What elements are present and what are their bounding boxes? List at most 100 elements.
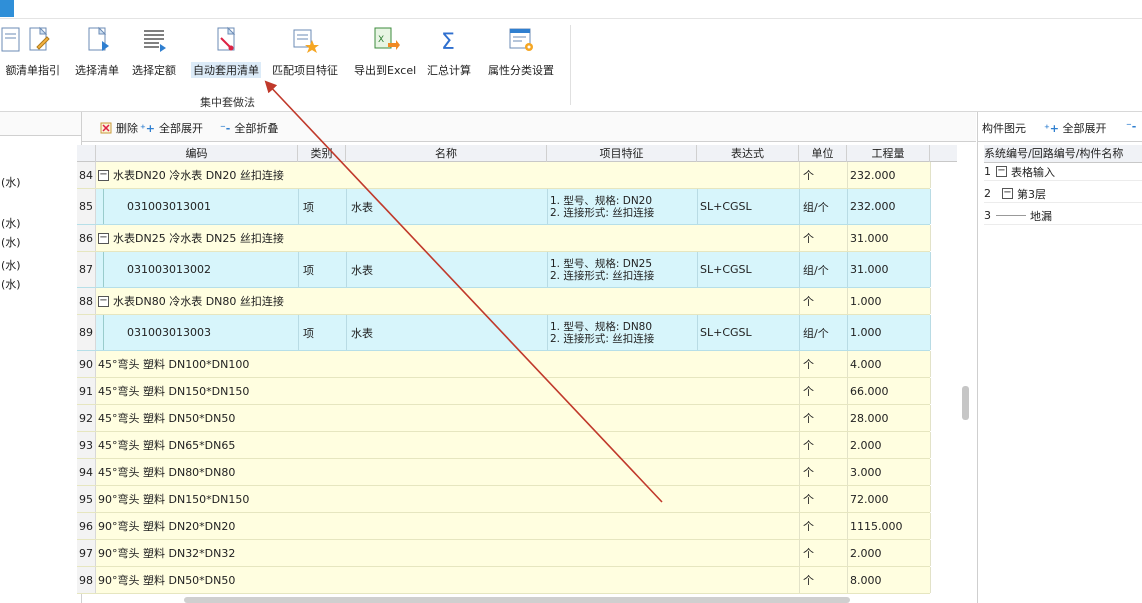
header-unit[interactable]: 单位 [799,145,847,162]
table-row[interactable]: 98 90°弯头 塑料 DN50*DN50 个 8.000 [77,567,931,594]
group-code-cell: − 水表DN20 冷水表 DN20 丝扣连接 [98,162,618,188]
table-row[interactable]: 89 031003013003 项 水表 1. 型号、规格: DN80 2. 连接形式: … [77,315,931,351]
collapse-toggle-icon[interactable]: − [996,166,1007,177]
row-number: 93 [77,432,96,458]
header-feature[interactable]: 项目特征 [547,145,697,162]
component-panel: 构件图元 ⁺+ 全部展开 ⁻- 系统编号/回路编号/构件名称 1 − 表格输入 … [977,112,1142,603]
collapse-all-label: 全部折叠 [234,122,279,135]
item-expression-cell: SL+CGSL [700,200,752,213]
header-quantity[interactable]: 工程量 [847,145,930,162]
collapse-toggle-icon[interactable]: − [98,232,109,244]
column-separator [930,189,931,224]
active-tab-indicator[interactable] [0,0,14,17]
ribbon-button-select-quota[interactable]: 选择定额 [132,25,176,89]
component-row-label: 表格输入 [1011,165,1055,179]
auto-apply-icon [217,26,236,51]
column-separator [799,405,800,431]
column-separator [847,315,848,350]
component-row[interactable]: 3 地漏 [984,207,1142,225]
column-separator [799,189,800,224]
table-row[interactable]: 90 45°弯头 塑料 DN100*DN100 个 4.000 [77,351,931,378]
settings-grid-icon [509,28,533,51]
column-separator [799,459,800,485]
ribbon-button-sum[interactable]: Σ 汇总计算 [427,25,471,89]
ribbon-button-auto-apply[interactable]: 自动套用清单 [191,25,261,89]
row-number: 90 [77,351,96,377]
delete-label: 删除 [116,122,138,135]
header-category[interactable]: 类别 [298,145,346,162]
table-row[interactable]: 95 90°弯头 塑料 DN150*DN150 个 72.000 [77,486,931,513]
ribbon-button-match-feature[interactable]: 匹配项目特征 [272,25,338,89]
vertical-scrollbar[interactable] [960,145,972,603]
tree-connector-line [103,252,104,287]
tree-connector-line [103,189,104,224]
column-separator [697,252,698,287]
item-category-cell: 项 [303,200,314,214]
left-panel-item[interactable]: (水) [1,215,21,231]
table-row[interactable]: 88− 水表DN80 冷水表 DN80 丝扣连接 个 1.000 [77,288,931,315]
match-feature-icon [293,29,319,53]
table-row[interactable]: 94 45°弯头 塑料 DN80*DN80 个 3.000 [77,459,931,486]
ribbon-button-category-settings[interactable]: 属性分类设置 [488,25,554,89]
quantity-cell: 72.000 [850,492,889,506]
column-separator [799,378,800,404]
ribbon-button-guide[interactable]: 清单指引 [16,25,60,89]
column-separator [298,189,299,224]
column-separator [847,459,848,485]
column-separator [298,252,299,287]
document-edit-icon [29,26,50,51]
item-code-cell: 031003013002 [127,263,211,276]
group-code-text: 水表DN25 冷水表 DN25 丝扣连接 [113,232,284,245]
collapse-toggle-icon[interactable]: − [98,169,109,181]
column-separator [799,351,800,377]
vertical-scroll-thumb[interactable] [962,386,969,420]
expand-all-button[interactable]: ⁺+ 全部展开 [140,120,203,136]
group-code-cell: − 水表DN25 冷水表 DN25 丝扣连接 [98,225,618,251]
ribbon-button-label: 汇总计算 [427,64,471,77]
group-code-text: 水表DN20 冷水表 DN20 丝扣连接 [113,169,284,182]
unit-cell: 组/个 [803,200,829,214]
table-row[interactable]: 96 90°弯头 塑料 DN20*DN20 个 1115.000 [77,513,931,540]
table-row[interactable]: 86− 水表DN25 冷水表 DN25 丝扣连接 个 31.000 [77,225,931,252]
item-category-cell: 项 [303,326,314,340]
table-row[interactable]: 85 031003013001 项 水表 1. 型号、规格: DN20 2. 连接形式: … [77,189,931,225]
ribbon-button-select-list[interactable]: 选择清单 [75,25,119,89]
collapse-toggle-icon[interactable]: − [1002,188,1013,199]
left-panel-item[interactable]: (水) [1,257,21,273]
header-code[interactable]: 编码 [96,145,298,162]
horizontal-scrollbar[interactable] [184,597,850,603]
left-panel-item[interactable]: (水) [1,174,21,190]
ribbon-button-export-excel[interactable]: X 导出到Excel [354,25,416,89]
column-separator [930,351,931,377]
table-row[interactable]: 93 45°弯头 塑料 DN65*DN65 个 2.000 [77,432,931,459]
component-row[interactable]: 2 − 第3层 [984,185,1142,203]
component-row[interactable]: 1 − 表格输入 [984,163,1142,181]
table-row[interactable]: 87 031003013002 项 水表 1. 型号、规格: DN25 2. 连接形式: … [77,252,931,288]
left-panel-item[interactable]: (水) [1,234,21,250]
table-row[interactable]: 97 90°弯头 塑料 DN32*DN32 个 2.000 [77,540,931,567]
table-row[interactable]: 92 45°弯头 塑料 DN50*DN50 个 28.000 [77,405,931,432]
list-select-icon [144,30,166,52]
delete-button[interactable]: 删除 [100,120,138,136]
ribbon-button-label: 额 [5,64,17,77]
table-row[interactable]: 91 45°弯头 塑料 DN150*DN150 个 66.000 [77,378,931,405]
unit-cell: 个 [803,295,814,308]
method-grid: 编码 类别 名称 项目特征 表达式 单位 工程量 84− 水表DN20 冷水表 D… [77,145,957,603]
column-separator [847,189,848,224]
column-separator [847,567,848,593]
collapse-icon[interactable]: ⁻- [1126,120,1136,133]
collapse-all-button[interactable]: ⁻- 全部折叠 [220,120,278,136]
header-name[interactable]: 名称 [346,145,547,162]
column-separator [799,432,800,458]
expand-icon: ⁺+ [140,121,156,135]
quantity-cell: 31.000 [850,263,889,276]
component-row-label: 第3层 [1017,187,1046,201]
quantity-cell: 1.000 [850,294,882,308]
tree-connector-line [103,315,104,350]
header-expression[interactable]: 表达式 [697,145,799,162]
collapse-toggle-icon[interactable]: − [98,295,109,307]
component-expand-all-button[interactable]: ⁺+ 全部展开 [1044,120,1107,136]
left-panel-item[interactable]: (水) [1,276,21,292]
table-row[interactable]: 84− 水表DN20 冷水表 DN20 丝扣连接 个 232.000 [77,162,931,189]
column-separator [799,540,800,566]
